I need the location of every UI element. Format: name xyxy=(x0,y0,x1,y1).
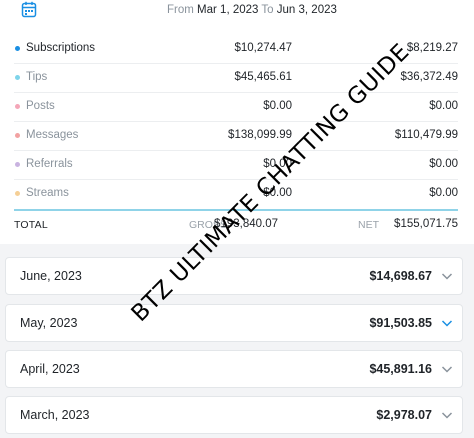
from-value[interactable]: Mar 1, 2023 xyxy=(197,4,258,16)
category-gross: $138,099.99 xyxy=(228,129,292,141)
category-gross: $0.00 xyxy=(263,158,292,170)
month-label: June, 2023 xyxy=(20,269,82,283)
breakdown-row-tips: Tips $45,465.61 $36,372.49 xyxy=(14,64,458,93)
category-net: $0.00 xyxy=(429,187,458,199)
month-card[interactable]: May, 2023 $91,503.85 xyxy=(5,304,463,342)
calendar-icon[interactable] xyxy=(21,1,37,18)
category-net: $36,372.49 xyxy=(400,71,458,83)
category-gross: $45,465.61 xyxy=(234,71,292,83)
breakdown-row-messages: Messages $138,099.99 $110,479.99 xyxy=(14,122,458,151)
category-gross: $10,274.47 xyxy=(234,42,292,54)
category-dot-icon xyxy=(15,46,20,51)
category-label: Subscriptions xyxy=(26,42,96,54)
category-dot-icon xyxy=(15,133,20,138)
category-label: Streams xyxy=(26,187,69,199)
category-net: $8,219.27 xyxy=(406,42,458,54)
category-dot-icon xyxy=(15,162,20,167)
chevron-down-icon[interactable] xyxy=(441,318,453,328)
net-total-value: $155,071.75 xyxy=(394,218,458,230)
category-net: $0.00 xyxy=(429,100,458,112)
month-card[interactable]: June, 2023 $14,698.67 xyxy=(5,257,463,295)
category-net: $0.00 xyxy=(429,158,458,170)
from-label: From xyxy=(167,4,194,16)
chevron-down-icon[interactable] xyxy=(441,271,453,281)
breakdown-row-referrals: Referrals $0.00 $0.00 xyxy=(14,151,458,180)
chevron-down-icon[interactable] xyxy=(441,364,453,374)
category-label: Tips xyxy=(26,71,48,83)
month-label: May, 2023 xyxy=(20,316,78,330)
month-amount: $45,891.16 xyxy=(369,362,432,376)
earnings-summary: From Mar 1, 2023 To Jun 3, 2023 Subscrip… xyxy=(0,0,474,244)
category-dot-icon xyxy=(15,75,20,80)
totals-divider xyxy=(14,209,458,211)
to-value[interactable]: Jun 3, 2023 xyxy=(277,4,337,16)
month-label: April, 2023 xyxy=(20,362,80,376)
chevron-down-icon[interactable] xyxy=(441,410,453,420)
category-net: $110,479.99 xyxy=(394,129,458,141)
month-card[interactable]: April, 2023 $45,891.16 xyxy=(5,350,463,388)
category-dot-icon xyxy=(15,191,20,196)
category-gross: $0.00 xyxy=(263,187,292,199)
category-gross: $0.00 xyxy=(263,100,292,112)
net-label: NET xyxy=(358,219,379,231)
category-dot-icon xyxy=(15,104,20,109)
category-label: Posts xyxy=(26,100,55,112)
date-range-text[interactable]: From Mar 1, 2023 To Jun 3, 2023 xyxy=(167,4,337,16)
breakdown-row-posts: Posts $0.00 $0.00 xyxy=(14,93,458,122)
gross-total-value: $193,840.07 xyxy=(214,218,278,230)
month-card[interactable]: March, 2023 $2,978.07 xyxy=(5,396,463,434)
total-label: TOTAL xyxy=(14,219,48,231)
breakdown-row-subscriptions: Subscriptions $10,274.47 $8,219.27 xyxy=(14,35,458,64)
month-amount: $91,503.85 xyxy=(369,316,432,330)
to-label: To xyxy=(261,4,274,16)
month-amount: $14,698.67 xyxy=(369,269,432,283)
category-label: Messages xyxy=(26,129,79,141)
breakdown-row-streams: Streams $0.00 $0.00 xyxy=(14,180,458,209)
date-range-bar: From Mar 1, 2023 To Jun 3, 2023 xyxy=(0,0,474,22)
category-label: Referrals xyxy=(26,158,73,170)
month-label: March, 2023 xyxy=(20,408,90,422)
month-amount: $2,978.07 xyxy=(376,408,432,422)
